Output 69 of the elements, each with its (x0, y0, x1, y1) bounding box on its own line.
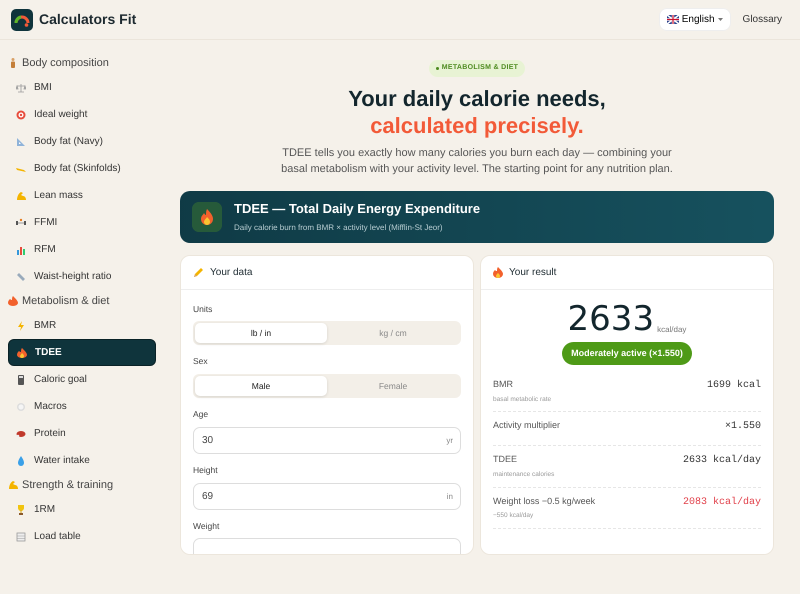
sidebar-item[interactable]: Macros (8, 393, 156, 420)
sidebar-item[interactable]: Body fat (Navy) (8, 128, 156, 155)
sidebar-item[interactable]: Waist-height ratio (8, 263, 156, 290)
sidebar-item[interactable]: Protein (8, 420, 156, 447)
result-unit: kcal/day (657, 324, 686, 336)
result-value: 2083 kcal/day (682, 496, 761, 510)
app-title: Calculators Fit (39, 10, 136, 29)
flag-icon (666, 15, 679, 24)
unit-label: yr (446, 434, 453, 447)
person-icon (8, 58, 18, 68)
card-title: Your result (509, 266, 556, 280)
sidebar-item[interactable]: TDEE (8, 339, 156, 366)
field-label: Units (193, 302, 214, 316)
sidebar-item[interactable]: RFM (8, 236, 156, 263)
ruler-icon (16, 272, 26, 282)
flame-icon (8, 296, 18, 306)
sidebar-item[interactable]: Water intake (8, 447, 156, 474)
banner-title: TDEE — Total Daily Energy Expenditure (234, 200, 480, 218)
lightning-icon (16, 320, 26, 330)
sidebar-item[interactable]: BMR (8, 312, 156, 339)
toggle-option[interactable]: lb / in (195, 323, 327, 344)
field-label: Age (193, 408, 210, 421)
pencil-icon (193, 266, 204, 278)
result-value: 1699 kcal (706, 378, 761, 393)
glossary-link[interactable]: Glossary (742, 12, 782, 27)
result-label: TDEE (493, 453, 518, 466)
table-icon (16, 532, 26, 542)
result-label: Weight loss −0.5 kg/week (493, 494, 596, 508)
section-heading: Strength & training (22, 478, 114, 493)
toggle-option[interactable]: Male (195, 376, 327, 396)
field-label: Height (193, 464, 219, 476)
target-icon (16, 110, 26, 120)
banner-subtitle: Daily calorie burn from BMR × activity level (Mifflin-St Jeor) (234, 222, 444, 234)
plate-icon (16, 402, 26, 412)
section-heading: Body composition (22, 56, 109, 71)
dot-icon (436, 66, 439, 70)
bar-chart-icon (16, 244, 26, 254)
droplet-icon (16, 456, 26, 466)
sidebar-item[interactable]: Ideal weight (8, 101, 156, 128)
result-value: 2633 (568, 302, 654, 336)
triangle-ruler-icon (16, 136, 26, 146)
activity-badge: Moderately active (×1.550) (562, 342, 692, 365)
result-label: BMR (493, 378, 514, 391)
sidebar-item[interactable]: Caloric goal (8, 366, 156, 393)
trophy-icon (16, 504, 26, 514)
card-title: Your data (210, 266, 252, 280)
field-label: Sex (193, 355, 209, 368)
sidebar-item[interactable]: Body fat (Skinfolds) (8, 155, 156, 182)
logo-icon (11, 8, 33, 30)
section-heading: Metabolism & diet (22, 294, 110, 309)
result-label: Activity multiplier (493, 419, 560, 432)
sidebar-item[interactable]: FFMI (8, 209, 156, 236)
page-title-highlight: calculated precisely. (370, 112, 584, 138)
meat-icon (16, 428, 26, 438)
unit-label: in (446, 490, 453, 502)
intro-paragraph: TDEE tells you exactly how many calories you burn each day — combining your basal metabolism with your activity level. The starting point for any nutrition plan. (280, 146, 674, 176)
caret-icon (718, 18, 723, 21)
result-value: 2633 kcal/day (682, 454, 761, 468)
flame-icon (493, 266, 503, 278)
result-value: ×1.550 (724, 420, 761, 434)
flame-icon (17, 348, 27, 358)
language-dropdown[interactable]: English (658, 8, 731, 31)
page-title: Your daily calorie needs, (348, 84, 606, 112)
dumbbell-icon (16, 218, 26, 228)
sidebar-item[interactable]: 1RM (8, 496, 156, 523)
field-label: Weight (193, 520, 220, 532)
sidebar-item[interactable]: BMI (8, 74, 156, 101)
sidebar-item[interactable]: Lean mass (8, 182, 156, 209)
sidebar-item[interactable]: Load table (8, 523, 156, 550)
